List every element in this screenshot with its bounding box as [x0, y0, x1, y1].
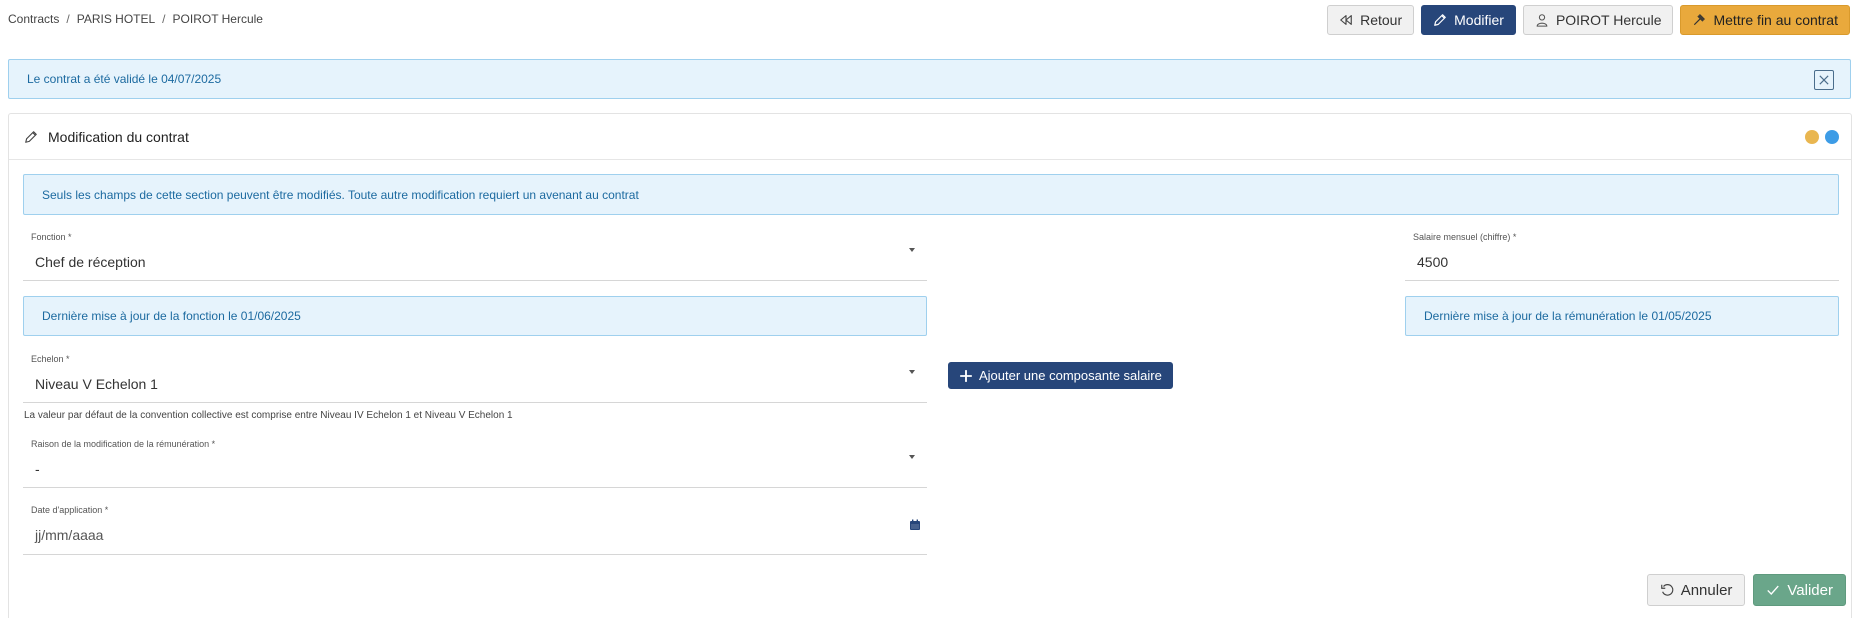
contract-modification-card: Modification du contrat Seuls les champs… [8, 113, 1852, 618]
back-button[interactable]: Retour [1327, 5, 1415, 35]
edit-button[interactable]: Modifier [1421, 5, 1516, 35]
close-icon[interactable] [1814, 70, 1834, 90]
status-dot-yellow [1805, 130, 1819, 144]
fonction-update-alert: Dernière mise à jour de la fonction le 0… [23, 296, 927, 336]
calendar-icon[interactable] [909, 519, 921, 531]
validated-alert: Le contrat a été validé le 04/07/2025 [8, 59, 1851, 99]
gavel-icon [1694, 14, 1706, 25]
cancel-button[interactable]: Annuler [1646, 574, 1746, 606]
cancel-button-label: Annuler [1680, 581, 1733, 599]
end-contract-button-label: Mettre fin au contrat [1713, 12, 1838, 28]
employee-button[interactable]: POIROT Hercule [1522, 5, 1674, 35]
salaire-input[interactable]: Salaire mensuel (chiffre) * 4500 [1405, 232, 1839, 281]
edit-button-label: Modifier [1454, 12, 1504, 28]
raison-value: - [35, 461, 40, 477]
salaire-label: Salaire mensuel (chiffre) * [1413, 232, 1517, 242]
breadcrumb-contracts[interactable]: Contracts [8, 12, 59, 26]
chevron-down-icon [909, 370, 915, 374]
fonction-update-text: Dernière mise à jour de la fonction le 0… [42, 309, 301, 323]
chevron-down-icon [909, 455, 915, 459]
toolbar: Retour Modifier POIROT Hercule Mettre fi… [1327, 5, 1850, 35]
pencil-icon [25, 130, 37, 143]
breadcrumb-hotel[interactable]: PARIS HOTEL [77, 12, 155, 26]
fonction-select[interactable]: Fonction * Chef de réception [23, 232, 927, 281]
chevron-down-icon [909, 248, 915, 252]
breadcrumb: Contracts / PARIS HOTEL / POIROT Hercule [8, 12, 263, 26]
end-contract-button[interactable]: Mettre fin au contrat [1680, 5, 1850, 35]
add-salary-component-label: Ajouter une composante salaire [979, 368, 1162, 383]
date-application-placeholder: jj/mm/aaaa [35, 527, 104, 543]
status-dot-blue [1825, 130, 1839, 144]
validated-alert-text: Le contrat a été validé le 04/07/2025 [27, 72, 222, 86]
check-icon [1767, 585, 1780, 595]
user-icon [1536, 14, 1548, 27]
pencil-icon [1434, 14, 1447, 26]
card-title: Modification du contrat [48, 128, 189, 145]
section-info-text: Seuls les champs de cette section peuven… [42, 187, 639, 202]
rewind-icon [1340, 15, 1352, 25]
date-application-input[interactable]: Date d'application * jj/mm/aaaa [23, 505, 927, 555]
employee-button-label: POIROT Hercule [1555, 12, 1662, 28]
plus-icon [960, 369, 972, 382]
undo-icon [1660, 584, 1674, 596]
raison-label: Raison de la modification de la rémunéra… [31, 439, 216, 449]
breadcrumb-employee: POIROT Hercule [172, 12, 263, 26]
salaire-update-text: Dernière mise à jour de la rémunération … [1424, 309, 1712, 323]
back-button-label: Retour [1360, 12, 1403, 28]
fonction-value: Chef de réception [35, 254, 146, 270]
footer-actions: Annuler Valider [1646, 574, 1846, 606]
add-salary-component-button[interactable]: Ajouter une composante salaire [948, 362, 1173, 389]
card-header: Modification du contrat [9, 114, 1851, 160]
breadcrumb-separator: / [162, 12, 166, 26]
validate-button-label: Valider [1787, 581, 1833, 599]
echelon-value: Niveau V Echelon 1 [35, 376, 158, 392]
section-info-alert: Seuls les champs de cette section peuven… [23, 174, 1839, 215]
status-dots [1805, 130, 1839, 144]
breadcrumb-separator: / [66, 12, 70, 26]
echelon-label: Echelon * [31, 354, 70, 364]
echelon-hint: La valeur par défaut de la convention co… [24, 410, 513, 421]
validate-button[interactable]: Valider [1753, 574, 1846, 606]
echelon-select[interactable]: Echelon * Niveau V Echelon 1 [23, 354, 927, 403]
salaire-value: 4500 [1417, 254, 1449, 270]
fonction-label: Fonction * [31, 232, 72, 242]
date-application-label: Date d'application * [31, 505, 109, 515]
salaire-update-alert: Dernière mise à jour de la rémunération … [1405, 296, 1839, 336]
raison-select[interactable]: Raison de la modification de la rémunéra… [23, 439, 927, 488]
